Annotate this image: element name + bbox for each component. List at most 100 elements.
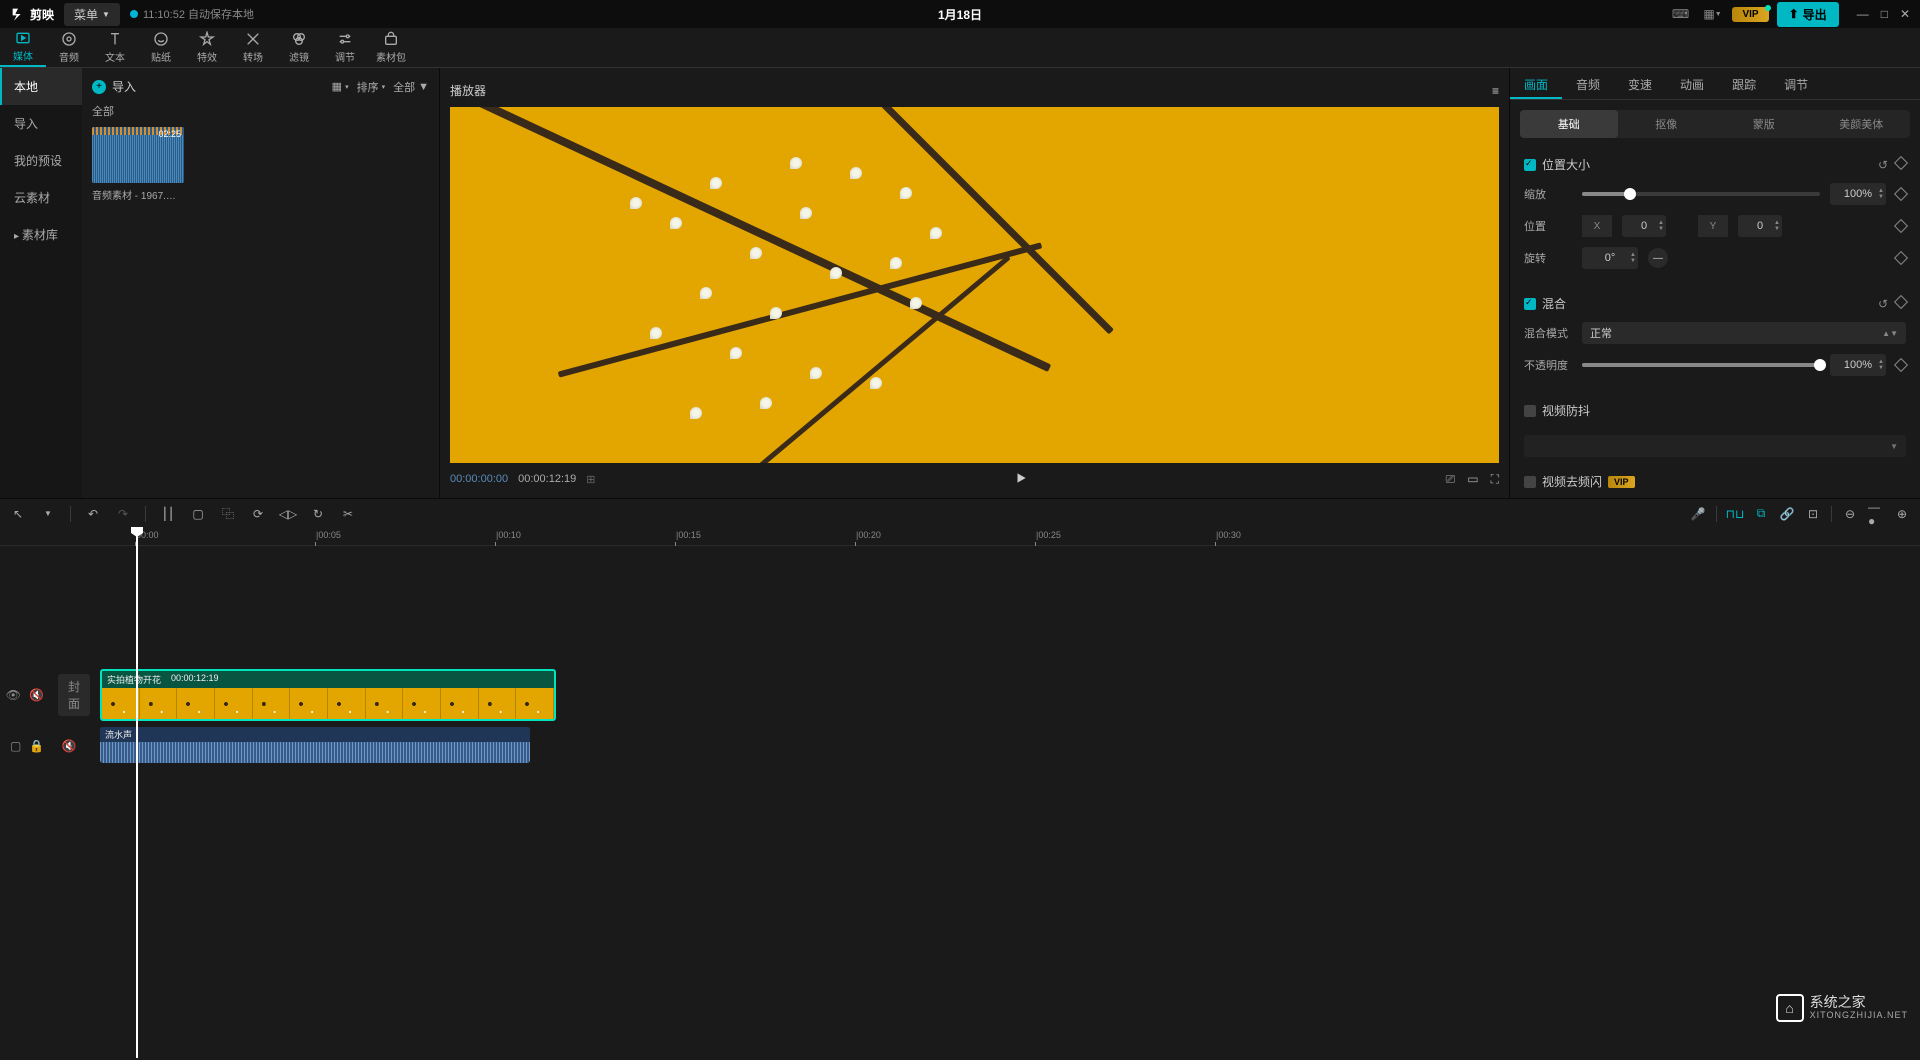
fullscreen-icon[interactable]: ⛶ bbox=[1491, 472, 1499, 487]
track-mute-icon[interactable]: 🔇 bbox=[29, 688, 44, 702]
tool-adjust[interactable]: 调节 bbox=[322, 28, 368, 67]
preview-icon[interactable]: ⊡ bbox=[1805, 506, 1821, 522]
scale-slider[interactable] bbox=[1582, 192, 1820, 196]
keyframe-icon[interactable] bbox=[1894, 155, 1908, 169]
deflicker-checkbox[interactable] bbox=[1524, 476, 1536, 488]
scale-keyframe[interactable] bbox=[1894, 187, 1908, 201]
opacity-value[interactable]: 100%▲▼ bbox=[1830, 354, 1886, 376]
pos-keyframe[interactable] bbox=[1894, 219, 1908, 233]
mirror-tool[interactable]: ◁▷ bbox=[280, 506, 296, 522]
nav-cloud[interactable]: 云素材 bbox=[0, 179, 82, 216]
player-title: 播放器 bbox=[450, 82, 486, 99]
tab-audio[interactable]: 音频 bbox=[1562, 68, 1614, 99]
filter-all-button[interactable]: 全部 ▼ bbox=[393, 79, 429, 95]
track-visible-icon[interactable]: 👁 bbox=[6, 688, 21, 702]
audio-track-mute-icon[interactable]: 🔇 bbox=[62, 739, 77, 753]
reverse-tool[interactable]: ⟳ bbox=[250, 506, 266, 522]
playhead[interactable] bbox=[136, 528, 138, 1058]
ratio-icon[interactable]: ▭ bbox=[1467, 472, 1478, 487]
snapshot-icon[interactable]: ⎚ bbox=[1446, 472, 1456, 487]
split-tool[interactable]: ⎮⎮ bbox=[160, 506, 176, 522]
nav-presets[interactable]: 我的预设 bbox=[0, 142, 82, 179]
plus-icon: + bbox=[92, 80, 106, 94]
tool-text[interactable]: 文本 bbox=[92, 28, 138, 67]
blend-reset-icon[interactable]: ↺ bbox=[1878, 297, 1888, 311]
menu-button[interactable]: 菜单▼ bbox=[64, 3, 120, 26]
vip-badge[interactable]: VIP bbox=[1732, 7, 1768, 22]
nav-import[interactable]: 导入 bbox=[0, 105, 82, 142]
blend-mode-select[interactable]: 正常▲▼ bbox=[1582, 322, 1906, 344]
import-button[interactable]: + 导入 bbox=[92, 78, 136, 95]
link-icon[interactable]: 🔗 bbox=[1779, 506, 1795, 522]
zoom-fit-icon[interactable]: ⊕ bbox=[1894, 506, 1910, 522]
pos-x-input[interactable]: 0▲▼ bbox=[1622, 215, 1666, 237]
magnet-icon[interactable]: ⧉ bbox=[1753, 506, 1769, 522]
rotate-tool[interactable]: ↻ bbox=[310, 506, 326, 522]
crop-tool[interactable]: ✂ bbox=[340, 506, 356, 522]
cursor-dropdown[interactable]: ▼ bbox=[40, 506, 56, 522]
export-icon: ⬆ bbox=[1789, 7, 1799, 21]
tool-media[interactable]: 媒体 bbox=[0, 28, 46, 67]
audio-track-collapse-icon[interactable]: ▢ bbox=[10, 739, 21, 753]
delete-tool[interactable]: ▢ bbox=[190, 506, 206, 522]
tool-pack[interactable]: 素材包 bbox=[368, 28, 414, 67]
subtab-mask[interactable]: 蒙版 bbox=[1715, 110, 1813, 138]
sort-button[interactable]: 排序▾ bbox=[357, 79, 386, 95]
timeline-ruler[interactable]: 00:00 |00:05 |00:10 |00:15 |00:20 |00:25… bbox=[0, 528, 1920, 546]
layout-icon[interactable]: ▦▼ bbox=[1700, 4, 1724, 24]
player-menu-icon[interactable]: ≡ bbox=[1492, 84, 1499, 98]
subtab-cutout[interactable]: 抠像 bbox=[1618, 110, 1716, 138]
tool-filter[interactable]: 滤镜 bbox=[276, 28, 322, 67]
opacity-slider[interactable] bbox=[1582, 363, 1820, 367]
rotate-keyframe[interactable] bbox=[1894, 251, 1908, 265]
tool-sticker[interactable]: 贴纸 bbox=[138, 28, 184, 67]
blend-checkbox[interactable] bbox=[1524, 298, 1536, 310]
view-mode-button[interactable]: ▦▾ bbox=[332, 79, 349, 95]
tool-transition[interactable]: 转场 bbox=[230, 28, 276, 67]
video-preview[interactable] bbox=[450, 107, 1499, 463]
maximize-button[interactable]: □ bbox=[1881, 7, 1888, 21]
minimize-button[interactable]: — bbox=[1857, 7, 1869, 21]
clip-name: 实拍植物开花 bbox=[107, 673, 161, 686]
grid-icon[interactable]: ⊞ bbox=[586, 473, 595, 486]
tab-adjust[interactable]: 调节 bbox=[1770, 68, 1822, 99]
subtab-basic[interactable]: 基础 bbox=[1520, 110, 1618, 138]
tab-picture[interactable]: 画面 bbox=[1510, 68, 1562, 99]
rotate-input[interactable]: 0°▲▼ bbox=[1582, 247, 1638, 269]
scale-value[interactable]: 100%▲▼ bbox=[1830, 183, 1886, 205]
app-logo: 剪映 bbox=[10, 6, 54, 23]
timeline: 00:00 |00:05 |00:10 |00:15 |00:20 |00:25… bbox=[0, 528, 1920, 1060]
close-button[interactable]: ✕ bbox=[1900, 7, 1910, 21]
nav-local[interactable]: 本地 bbox=[0, 68, 82, 105]
cover-button[interactable]: 封面 bbox=[58, 674, 90, 716]
rotate-reset[interactable]: — bbox=[1648, 248, 1668, 268]
play-button[interactable] bbox=[1014, 471, 1028, 488]
video-clip[interactable]: 实拍植物开花 00:00:12:19 bbox=[100, 669, 556, 721]
opacity-keyframe[interactable] bbox=[1894, 358, 1908, 372]
redo-button[interactable]: ↷ bbox=[115, 506, 131, 522]
keyboard-icon[interactable]: ⌨ bbox=[1668, 4, 1692, 24]
nav-library[interactable]: 素材库 bbox=[0, 216, 82, 253]
mic-icon[interactable]: 🎤 bbox=[1690, 506, 1706, 522]
magnet-main-icon[interactable]: ⊓⊔ bbox=[1727, 506, 1743, 522]
stabilize-checkbox[interactable] bbox=[1524, 405, 1536, 417]
reset-icon[interactable]: ↺ bbox=[1878, 158, 1888, 172]
zoom-slider-icon[interactable]: —● bbox=[1868, 506, 1884, 522]
tab-animation[interactable]: 动画 bbox=[1666, 68, 1718, 99]
media-item[interactable]: 02:25 音频素材 - 1967.mp3 bbox=[92, 127, 184, 202]
copy-tool[interactable]: ⿻ bbox=[220, 506, 236, 522]
audio-clip[interactable]: 流水声 bbox=[100, 727, 530, 763]
cursor-tool[interactable]: ↖ bbox=[10, 506, 26, 522]
blend-keyframe-icon[interactable] bbox=[1894, 294, 1908, 308]
tool-audio[interactable]: 音频 bbox=[46, 28, 92, 67]
undo-button[interactable]: ↶ bbox=[85, 506, 101, 522]
tab-speed[interactable]: 变速 bbox=[1614, 68, 1666, 99]
zoom-out-icon[interactable]: ⊖ bbox=[1842, 506, 1858, 522]
size-checkbox[interactable] bbox=[1524, 159, 1536, 171]
audio-track-lock-icon[interactable]: 🔒 bbox=[29, 739, 44, 753]
export-button[interactable]: ⬆ 导出 bbox=[1777, 2, 1839, 27]
pos-y-input[interactable]: 0▲▼ bbox=[1738, 215, 1782, 237]
tab-track[interactable]: 跟踪 bbox=[1718, 68, 1770, 99]
tool-effect[interactable]: 特效 bbox=[184, 28, 230, 67]
subtab-beauty[interactable]: 美颜美体 bbox=[1813, 110, 1911, 138]
